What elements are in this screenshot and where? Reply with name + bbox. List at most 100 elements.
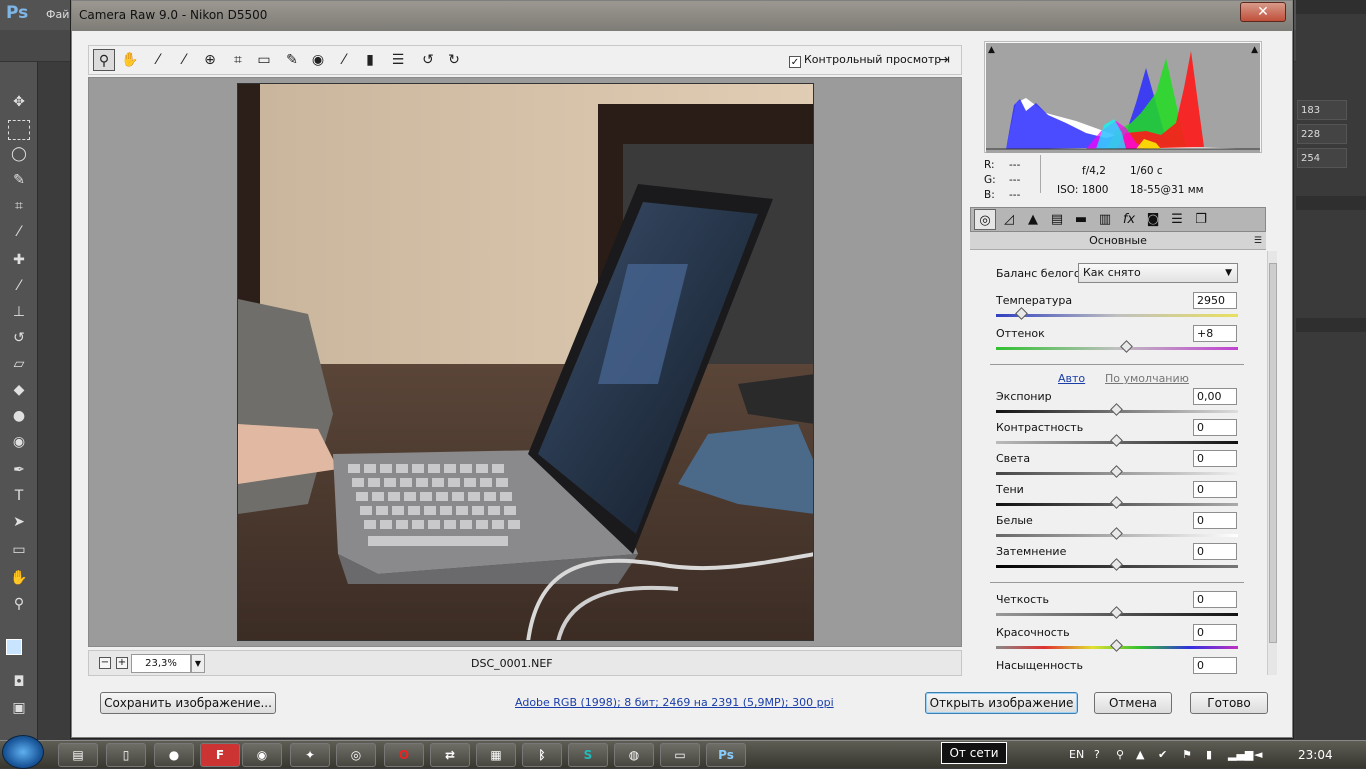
tab-split-toning-icon[interactable]: ▬ <box>1070 209 1092 230</box>
zoom-icon[interactable]: ⚲ <box>93 49 115 71</box>
shadows-field[interactable]: 0 <box>1193 481 1237 498</box>
notepad-icon[interactable]: ▯ <box>106 743 146 767</box>
history-brush-icon[interactable]: ↺ <box>8 328 30 348</box>
tab-camera-calibration-icon[interactable]: ◙ <box>1142 209 1164 230</box>
quick-select-icon[interactable]: ✎ <box>8 170 30 190</box>
marquee-tool-icon[interactable] <box>8 120 30 140</box>
tint-field[interactable]: +8 <box>1193 325 1237 342</box>
dodge-tool-icon[interactable]: ◉ <box>8 432 30 452</box>
saturation-field[interactable]: 0 <box>1193 657 1237 674</box>
scrollbar-thumb[interactable] <box>1269 263 1277 643</box>
type-tool-icon[interactable]: T <box>8 486 30 506</box>
hand-icon[interactable]: ✋ <box>119 49 141 71</box>
filezilla-icon[interactable]: F <box>200 743 240 767</box>
rectangle-tool-icon[interactable]: ▭ <box>8 540 30 560</box>
vibrance-field[interactable]: 0 <box>1193 624 1237 641</box>
blacks-field[interactable]: 0 <box>1193 543 1237 560</box>
window-manager-icon[interactable]: ▦ <box>476 743 516 767</box>
contrast-slider[interactable] <box>996 434 1238 447</box>
spot-removal-icon[interactable]: ✎ <box>281 49 303 71</box>
preview-checkbox[interactable]: ✓ Контрольный просмотр <box>789 53 941 68</box>
path-select-icon[interactable]: ➤ <box>8 512 30 532</box>
open-image-button[interactable]: Открыть изображение <box>925 692 1078 714</box>
white-balance-select[interactable]: Как снято ▼ <box>1078 263 1238 283</box>
help-icon[interactable]: ? <box>1094 748 1100 761</box>
whites-field[interactable]: 0 <box>1193 512 1237 529</box>
cancel-button[interactable]: Отмена <box>1094 692 1172 714</box>
targeted-adjust-icon[interactable]: ⊕ <box>199 49 221 71</box>
color-value-g[interactable]: 228 <box>1297 124 1347 144</box>
stamp-tool-icon[interactable]: ⊥ <box>8 302 30 322</box>
clarity-field[interactable]: 0 <box>1193 591 1237 608</box>
vibrance-slider[interactable] <box>996 639 1238 652</box>
image-preview-area[interactable] <box>88 77 962 647</box>
tab-snapshots-icon[interactable]: ❐ <box>1190 209 1212 230</box>
foreground-color-swatch[interactable] <box>6 639 22 655</box>
graduated-filter-icon[interactable]: ▮ <box>359 49 381 71</box>
paint-icon[interactable]: ● <box>154 743 194 767</box>
highlights-slider[interactable] <box>996 465 1238 478</box>
adjustment-brush-icon[interactable]: ⁄ <box>333 49 355 71</box>
chrome-icon[interactable]: ◉ <box>242 743 282 767</box>
window-icon[interactable]: ▭ <box>660 743 700 767</box>
browser-icon[interactable]: ◍ <box>614 743 654 767</box>
firefox-icon[interactable]: ◎ <box>336 743 376 767</box>
tab-effects-icon[interactable]: fx <box>1118 209 1140 230</box>
hand-tool-icon[interactable]: ✋ <box>8 568 30 588</box>
save-image-button[interactable]: Сохранить изображение... <box>100 692 276 714</box>
brush-tool-icon[interactable]: ⁄ <box>8 276 30 296</box>
default-link[interactable]: По умолчанию <box>1105 372 1189 385</box>
app-icon[interactable]: ✦ <box>290 743 330 767</box>
screen-mode-icon[interactable]: ▣ <box>8 698 30 718</box>
contrast-field[interactable]: 0 <box>1193 419 1237 436</box>
flag-icon[interactable]: ⚑ <box>1182 748 1192 761</box>
blacks-slider[interactable] <box>996 558 1238 571</box>
panel-menu-icon[interactable]: ☰ <box>1254 232 1262 250</box>
zoom-out-button[interactable]: − <box>99 657 111 669</box>
tab-lens-corrections-icon[interactable]: ▥ <box>1094 209 1116 230</box>
checkmark-icon[interactable]: ✓ <box>789 56 801 68</box>
rotate-right-icon[interactable]: ↻ <box>443 49 465 71</box>
healing-tool-icon[interactable]: ✚ <box>8 250 30 270</box>
clarity-slider[interactable] <box>996 606 1238 619</box>
explorer-icon[interactable]: ▤ <box>58 743 98 767</box>
temperature-slider[interactable] <box>996 307 1238 320</box>
white-balance-icon[interactable]: ⁄ <box>147 49 169 71</box>
move-tool-icon[interactable]: ✥ <box>8 92 30 112</box>
blur-tool-icon[interactable]: ● <box>8 406 30 426</box>
zoom-dropdown-icon[interactable]: ▼ <box>191 654 205 673</box>
eraser-tool-icon[interactable]: ▱ <box>8 354 30 374</box>
skype-icon[interactable]: S <box>568 743 608 767</box>
menu-file-fragment[interactable]: Фай <box>46 8 69 21</box>
rotate-left-icon[interactable]: ↺ <box>417 49 439 71</box>
clock[interactable]: 23:04 <box>1298 748 1333 762</box>
auto-link[interactable]: Авто <box>1058 372 1085 385</box>
shadow-clipping-icon[interactable]: ▲ <box>988 45 995 55</box>
paint-bucket-icon[interactable]: ◆ <box>8 380 30 400</box>
close-button[interactable]: ✕ <box>1240 2 1286 22</box>
zoom-in-button[interactable]: + <box>116 657 128 669</box>
tab-hsl-icon[interactable]: ▤ <box>1046 209 1068 230</box>
battery-icon[interactable]: ▮ <box>1206 748 1212 761</box>
panel-scrollbar[interactable] <box>1267 251 1277 675</box>
zoom-level-field[interactable]: 23,3% <box>131 654 191 673</box>
color-sampler-icon[interactable]: ⁄ <box>173 49 195 71</box>
temperature-field[interactable]: 2950 <box>1193 292 1237 309</box>
color-value-r[interactable]: 183 <box>1297 100 1347 120</box>
highlights-field[interactable]: 0 <box>1193 450 1237 467</box>
volume-icon[interactable]: ◄ <box>1254 748 1262 761</box>
tab-tone-curve-icon[interactable]: ◿ <box>998 209 1020 230</box>
fullscreen-toggle-icon[interactable]: ⇥ <box>933 49 955 71</box>
zoom-tool-icon[interactable]: ⚲ <box>8 594 30 614</box>
network-tool-icon[interactable]: ⇄ <box>430 743 470 767</box>
workflow-options-link[interactable]: Adobe RGB (1998); 8 бит; 2469 на 2391 (5… <box>515 696 834 709</box>
show-hidden-icons-icon[interactable]: ▲ <box>1136 748 1144 761</box>
tab-presets-icon[interactable]: ☰ <box>1166 209 1188 230</box>
security-icon[interactable]: ✔ <box>1158 748 1167 761</box>
language-indicator[interactable]: EN <box>1069 748 1084 761</box>
done-button[interactable]: Готово <box>1190 692 1268 714</box>
start-button[interactable] <box>2 735 44 769</box>
crop-tool-icon[interactable]: ⌗ <box>8 196 30 216</box>
bluetooth-icon[interactable]: ᛒ <box>522 743 562 767</box>
exposure-slider[interactable] <box>996 403 1238 416</box>
